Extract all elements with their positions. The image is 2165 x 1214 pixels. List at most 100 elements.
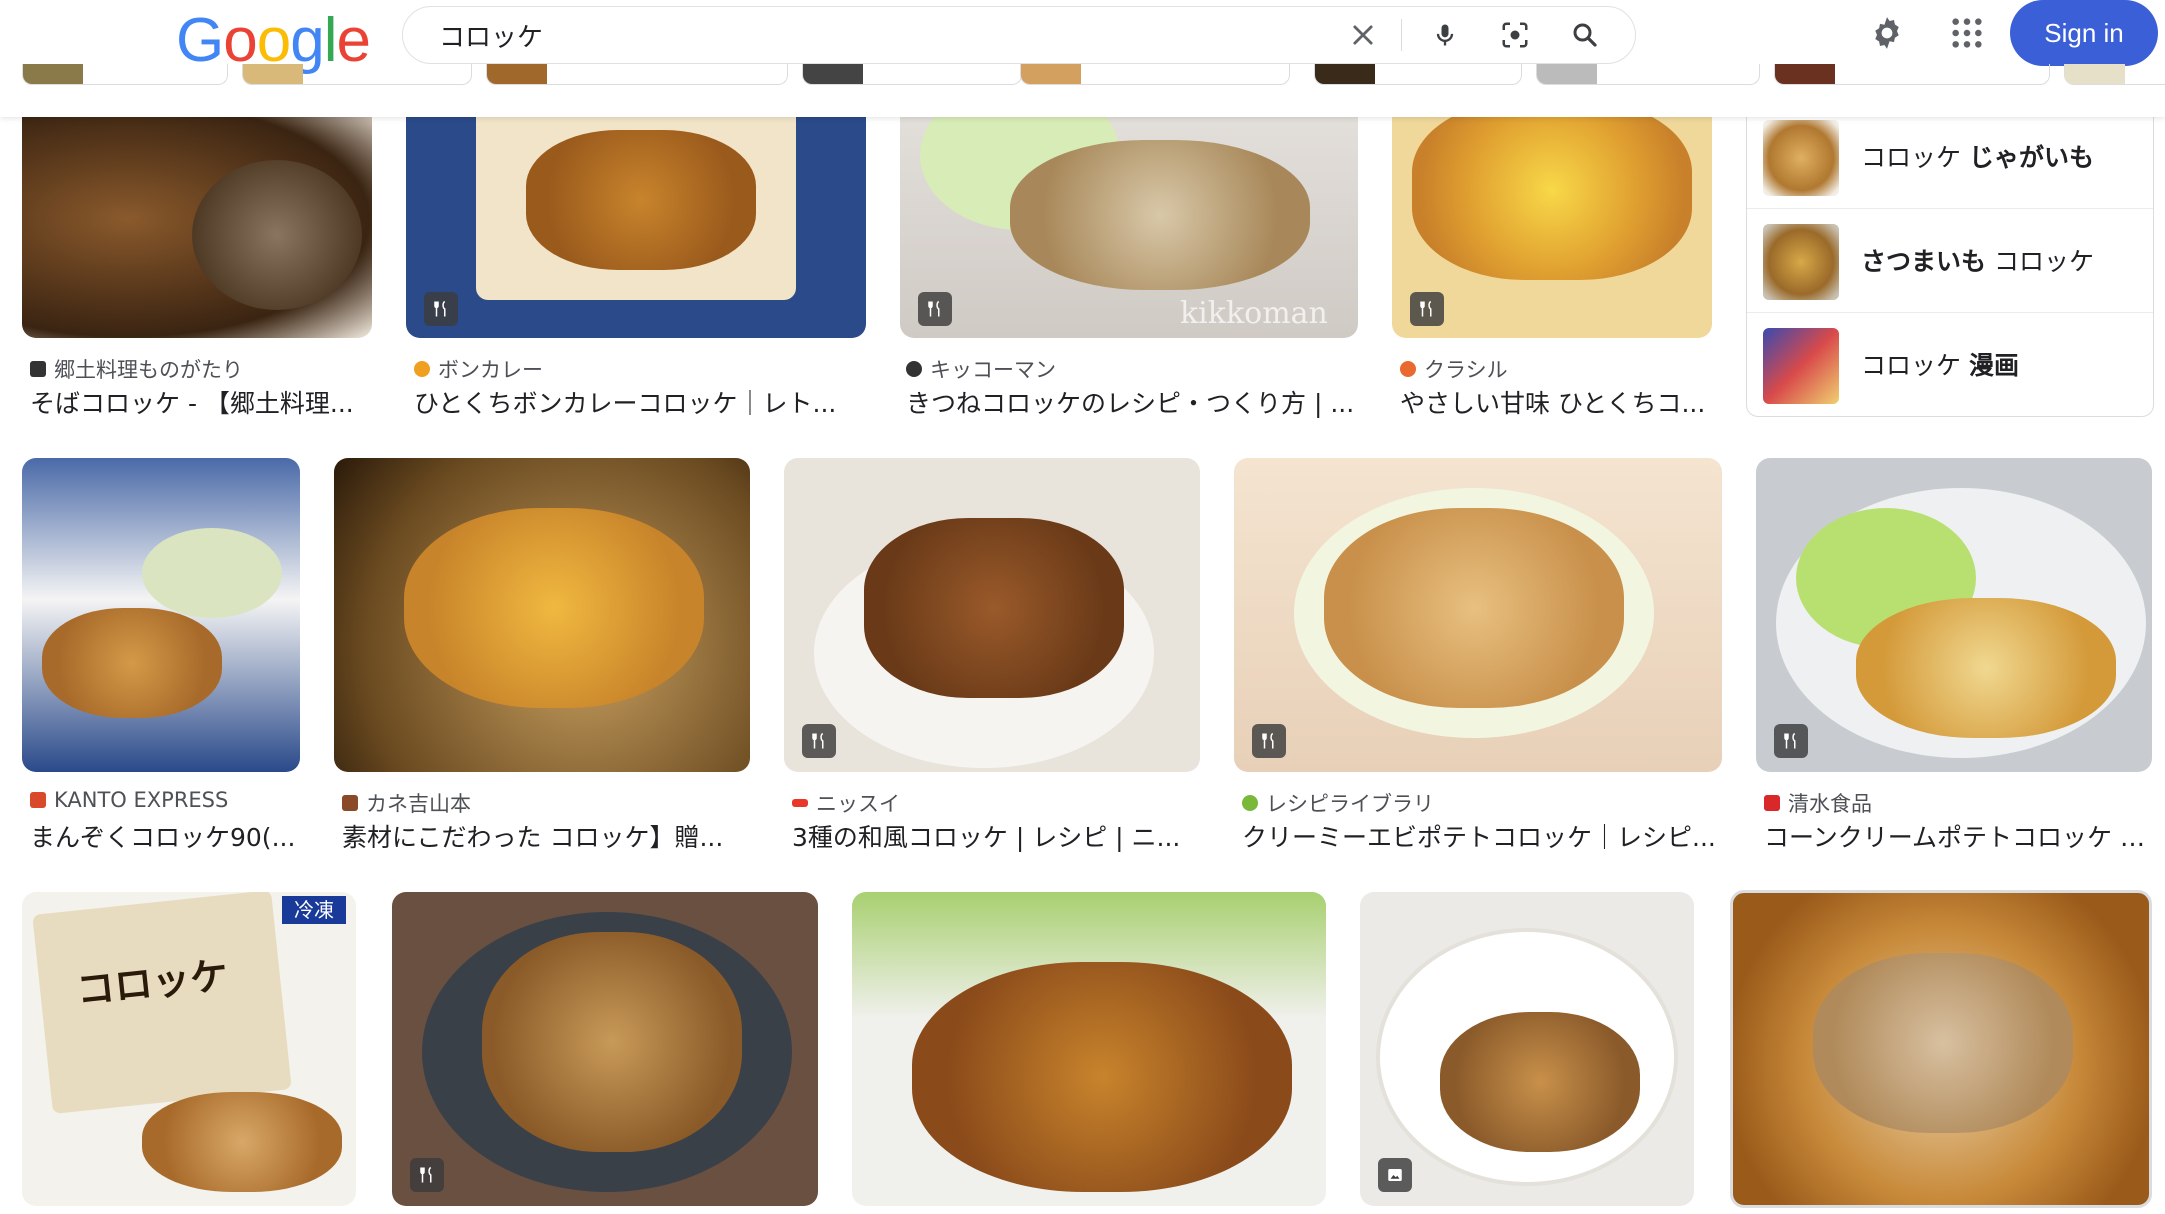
result-source[interactable]: レシピライブラリ <box>1242 788 1434 818</box>
croquette-shape <box>1813 953 2073 1133</box>
recipe-icon <box>802 724 836 758</box>
image-icon <box>1378 1158 1412 1192</box>
filter-chip[interactable] <box>1314 64 1522 85</box>
croquette-shape <box>192 160 362 310</box>
frozen-badge: 冷凍 <box>282 896 346 924</box>
recipe-icon <box>424 292 458 326</box>
image-result[interactable] <box>22 458 300 772</box>
croquette-shape <box>142 1092 342 1192</box>
image-result[interactable] <box>852 892 1326 1206</box>
favicon-icon <box>792 799 808 807</box>
result-title[interactable]: コーンクリームポテトコロッケ |... <box>1764 818 2152 854</box>
result-source[interactable]: 郷土料理ものがたり <box>30 354 243 384</box>
croquette-shape <box>482 932 742 1152</box>
image-result[interactable] <box>1234 458 1722 772</box>
result-source[interactable]: キッコーマン <box>906 354 1056 384</box>
recipe-icon <box>1774 724 1808 758</box>
favicon-icon <box>414 361 430 377</box>
filter-chip[interactable] <box>486 64 788 85</box>
image-result[interactable] <box>784 458 1200 772</box>
croquette-shape <box>912 962 1292 1192</box>
source-name: キッコーマン <box>930 358 1056 382</box>
image-result[interactable] <box>334 458 750 772</box>
source-name: カネ吉山本 <box>366 792 471 816</box>
favicon-icon <box>342 795 358 811</box>
result-source[interactable]: ボンカレー <box>414 354 543 384</box>
related-search-item[interactable]: コロッケ じゃがいも <box>1747 104 2153 209</box>
gear-icon[interactable] <box>1864 10 1910 56</box>
related-plain-text: コロッケ <box>1861 351 1969 380</box>
recipe-icon <box>1252 724 1286 758</box>
sign-in-button[interactable]: Sign in <box>2010 0 2158 66</box>
related-bold-text: さつまいも <box>1861 247 1987 276</box>
related-plain-text: コロッケ <box>1861 143 1969 172</box>
filter-chip[interactable] <box>2064 64 2165 85</box>
image-result[interactable] <box>22 100 372 338</box>
result-title[interactable]: 3種の和風コロッケ | レシピ | ニ... <box>792 818 1200 854</box>
image-result[interactable] <box>392 892 818 1206</box>
filter-chip[interactable] <box>1020 64 1290 85</box>
related-search-item[interactable]: コロッケ 漫画 <box>1747 312 2153 416</box>
filter-chip[interactable] <box>22 64 228 85</box>
favicon-icon <box>1242 795 1258 811</box>
filter-chip[interactable] <box>242 64 472 85</box>
search-icon[interactable] <box>1565 15 1605 55</box>
croquette-shape <box>864 518 1124 698</box>
search-box[interactable]: コロッケ <box>402 6 1636 64</box>
result-source[interactable]: ニッスイ <box>792 788 900 818</box>
result-title[interactable]: まんぞくコロッケ90(... <box>30 818 300 854</box>
favicon-icon <box>906 361 922 377</box>
favicon-icon <box>1400 361 1416 377</box>
related-bold-text: 漫画 <box>1968 351 2019 380</box>
related-thumbnail <box>1763 328 1839 404</box>
result-source[interactable]: 清水食品 <box>1764 788 1872 818</box>
result-source[interactable]: KANTO EXPRESS <box>30 788 228 812</box>
close-icon[interactable] <box>1343 15 1383 55</box>
search-input[interactable]: コロッケ <box>439 17 543 54</box>
related-searches-panel: コロッケ じゃがいも さつまいも コロッケ コロッケ 漫画 <box>1746 104 2154 417</box>
result-source[interactable]: カネ吉山本 <box>342 788 471 818</box>
croquette-shape <box>1856 598 2116 738</box>
source-name: 郷土料理ものがたり <box>54 358 243 382</box>
microphone-icon[interactable] <box>1425 15 1465 55</box>
image-result[interactable] <box>1360 892 1694 1206</box>
source-name: クラシル <box>1424 358 1508 382</box>
image-result[interactable] <box>406 100 866 338</box>
related-thumbnail <box>1763 224 1839 300</box>
croquette-shape <box>1324 508 1624 708</box>
favicon-icon <box>30 792 46 808</box>
filter-chip[interactable] <box>1536 64 1760 85</box>
related-search-item[interactable]: さつまいも コロッケ <box>1747 208 2153 313</box>
image-result[interactable] <box>1730 890 2152 1208</box>
favicon-icon <box>30 361 46 377</box>
croquette-shape <box>404 508 704 708</box>
croquette-shape <box>526 130 756 270</box>
camera-lens-icon[interactable] <box>1495 15 1535 55</box>
croquette-shape <box>42 608 222 718</box>
result-title[interactable]: やさしい甘味 ひとくちコ... <box>1400 384 1712 420</box>
image-result[interactable] <box>1756 458 2152 772</box>
cabbage-shape <box>142 528 282 618</box>
filter-chip[interactable] <box>1774 64 2050 85</box>
image-result[interactable]: kikkoman <box>900 100 1358 338</box>
image-result[interactable]: コロッケ 冷凍 <box>22 892 356 1206</box>
source-name: KANTO EXPRESS <box>54 788 229 812</box>
related-search-label: コロッケ 漫画 <box>1861 346 2019 382</box>
result-title[interactable]: 素材にこだわった コロッケ】贈... <box>342 818 750 854</box>
result-title[interactable]: そばコロッケ - 【郷土料理... <box>30 384 370 420</box>
related-search-label: さつまいも コロッケ <box>1861 242 2094 278</box>
image-result[interactable] <box>1392 100 1712 338</box>
related-bold-text: じゃがいも <box>1968 143 2094 172</box>
croquette-shape <box>1440 1012 1640 1152</box>
result-title[interactable]: ひとくちボンカレーコロッケ｜レト... <box>414 384 866 420</box>
result-title[interactable]: きつねコロッケのレシピ・つくり方 | ... <box>906 384 1358 420</box>
source-name: ニッスイ <box>816 792 900 816</box>
filter-chip[interactable] <box>802 64 1022 85</box>
recipe-icon <box>1410 292 1444 326</box>
source-name: ボンカレー <box>438 358 543 382</box>
recipe-icon <box>918 292 952 326</box>
result-title[interactable]: クリーミーエビポテトコロッケ｜レシピ... <box>1242 818 1722 854</box>
apps-grid-icon[interactable] <box>1944 10 1990 56</box>
croquette-shape <box>1010 140 1310 290</box>
result-source[interactable]: クラシル <box>1400 354 1508 384</box>
